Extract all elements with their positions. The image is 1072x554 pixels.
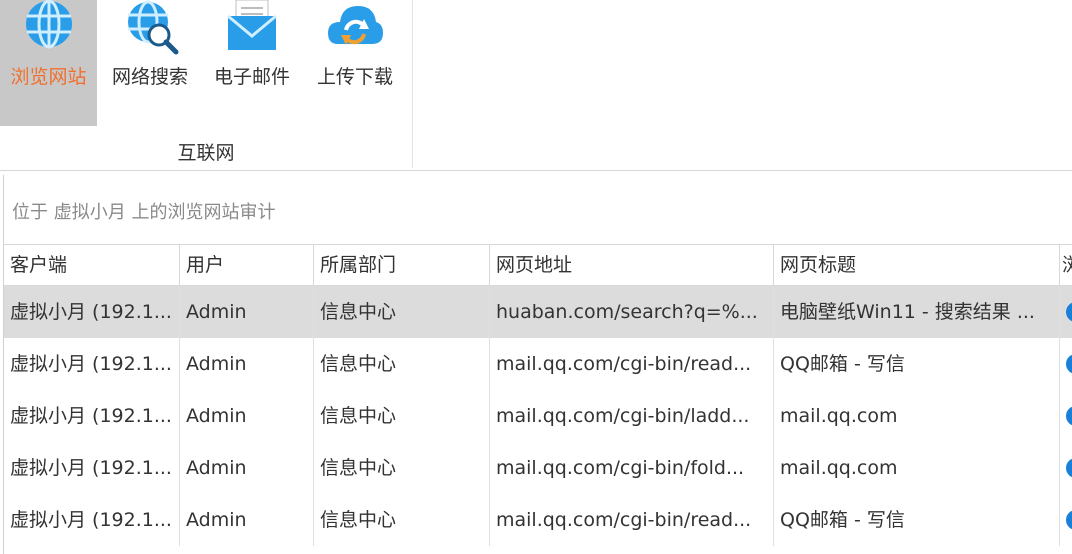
panel-caption: 位于 虚拟小月 上的浏览网站审计 (12, 202, 276, 223)
table-row[interactable]: 虚拟小月 (192.1... Admin 信息中心 huaban.com/sea… (4, 286, 1072, 338)
cell-client: 虚拟小月 (192.1... (4, 286, 180, 338)
column-header-url[interactable]: 网页地址 (490, 245, 774, 285)
column-header-department[interactable]: 所属部门 (314, 245, 490, 285)
ribbon-group-internet: 浏览网站 网络搜索 电子邮件 上传下载 互联网 (0, 0, 413, 168)
upload-download-button[interactable]: 上传下载 (308, 0, 402, 126)
cell-user: Admin (180, 442, 314, 494)
cell-url: mail.qq.com/cgi-bin/read... (490, 494, 774, 546)
cell-department: 信息中心 (314, 286, 490, 338)
web-search-button[interactable]: 网络搜索 (104, 0, 196, 126)
table-row[interactable]: 虚拟小月 (192.1... Admin 信息中心 mail.qq.com/cg… (4, 494, 1072, 546)
cell-client: 虚拟小月 (192.1... (4, 338, 180, 390)
cell-user: Admin (180, 338, 314, 390)
cell-client: 虚拟小月 (192.1... (4, 494, 180, 546)
table-row[interactable]: 虚拟小月 (192.1... Admin 信息中心 mail.qq.com/cg… (4, 390, 1072, 442)
cell-url: mail.qq.com/cgi-bin/fold... (490, 442, 774, 494)
cell-title: QQ邮箱 - 写信 (774, 338, 1060, 390)
table-row[interactable]: 虚拟小月 (192.1... Admin 信息中心 mail.qq.com/cg… (4, 338, 1072, 390)
email-label: 电子邮件 (213, 66, 290, 88)
cell-user: Admin (180, 286, 314, 338)
browser-icon (1066, 510, 1072, 530)
column-header-user[interactable]: 用户 (180, 245, 314, 285)
table-row[interactable]: 虚拟小月 (192.1... Admin 信息中心 mail.qq.com/cg… (4, 442, 1072, 494)
globe-icon (26, 0, 72, 49)
table-header: 客户端 用户 所属部门 网页地址 网页标题 浏 (4, 244, 1072, 286)
cell-user: Admin (180, 494, 314, 546)
column-header-title[interactable]: 网页标题 (774, 245, 1060, 285)
browser-icon (1066, 458, 1072, 478)
column-header-client[interactable]: 客户端 (4, 245, 180, 285)
cell-url: huaban.com/search?q=%... (490, 286, 774, 338)
globe-search-icon (128, 0, 179, 55)
web-search-label: 网络搜索 (111, 66, 188, 88)
cell-title: 电脑壁纸Win11 - 搜索结果 ... (774, 286, 1060, 338)
cell-url: mail.qq.com/cgi-bin/read... (490, 338, 774, 390)
browse-websites-label: 浏览网站 (10, 66, 87, 88)
browser-icon (1066, 302, 1072, 322)
cell-department: 信息中心 (314, 442, 490, 494)
cell-department: 信息中心 (314, 338, 490, 390)
browser-icon (1066, 354, 1072, 374)
cell-title: mail.qq.com (774, 442, 1060, 494)
browse-websites-button[interactable]: 浏览网站 (0, 0, 97, 126)
column-header-browser[interactable]: 浏 (1060, 245, 1072, 285)
cell-title: mail.qq.com (774, 390, 1060, 442)
cell-user: Admin (180, 390, 314, 442)
ribbon: 浏览网站 网络搜索 电子邮件 上传下载 互联网 (0, 0, 1072, 168)
cell-client: 虚拟小月 (192.1... (4, 442, 180, 494)
cell-url: mail.qq.com/cgi-bin/ladd... (490, 390, 774, 442)
browser-icon (1066, 406, 1072, 426)
email-button[interactable]: 电子邮件 (206, 0, 298, 126)
cell-client: 虚拟小月 (192.1... (4, 390, 180, 442)
cloud-sync-icon (328, 6, 383, 45)
cell-title: QQ邮箱 - 写信 (774, 494, 1060, 546)
mail-icon (227, 0, 277, 50)
upload-download-label: 上传下载 (316, 66, 393, 88)
ribbon-group-label: 互联网 (177, 142, 235, 164)
cell-department: 信息中心 (314, 494, 490, 546)
cell-department: 信息中心 (314, 390, 490, 442)
